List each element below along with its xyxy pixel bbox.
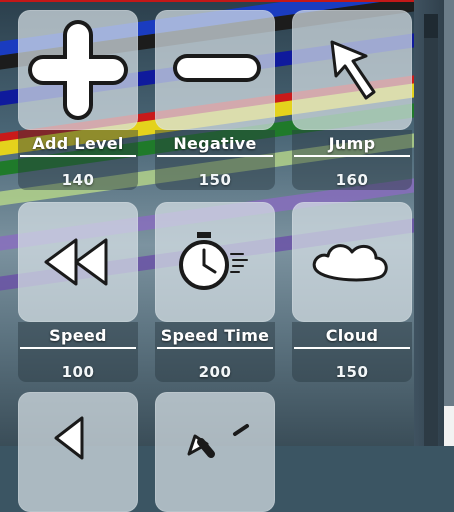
minus-icon: [173, 54, 261, 82]
item-cost: 160: [335, 171, 369, 189]
item-button[interactable]: [18, 10, 138, 130]
background-stripe: [0, 0, 454, 2]
panel-border-light: [444, 406, 454, 446]
stopwatch-icon: [179, 232, 248, 290]
panel-border: [444, 0, 454, 446]
cloud-icon: [312, 244, 388, 282]
arrow-up-right-icon: [187, 424, 249, 458]
scrollbar-thumb[interactable]: [424, 14, 438, 38]
item-name: Jump: [328, 134, 376, 153]
rewind-icon: [44, 238, 108, 286]
item-name: Speed Time: [160, 326, 270, 345]
divider: [20, 347, 136, 349]
item-cost: 150: [198, 171, 232, 189]
arrow-left-icon: [54, 416, 84, 460]
item-cost: 200: [198, 363, 232, 381]
item-button[interactable]: [155, 10, 275, 130]
plus-icon: [28, 20, 128, 120]
item-cost: 150: [335, 363, 369, 381]
item-button[interactable]: [18, 392, 138, 512]
arrow-up-left-icon: [330, 40, 376, 100]
item-name: Add Level: [32, 134, 124, 153]
item-name: Speed: [49, 326, 107, 345]
divider: [157, 347, 273, 349]
item-button[interactable]: [18, 202, 138, 322]
item-name: Cloud: [325, 326, 379, 345]
item-button[interactable]: [155, 392, 275, 512]
divider: [294, 347, 410, 349]
item-button[interactable]: [292, 202, 412, 322]
scrollbar-track[interactable]: [424, 14, 438, 446]
item-button[interactable]: [292, 10, 412, 130]
divider: [157, 155, 273, 157]
item-button[interactable]: [155, 202, 275, 322]
item-cost: 100: [61, 363, 95, 381]
divider: [20, 155, 136, 157]
item-name: Negative: [173, 134, 257, 153]
item-cost: 140: [61, 171, 95, 189]
divider: [294, 155, 410, 157]
